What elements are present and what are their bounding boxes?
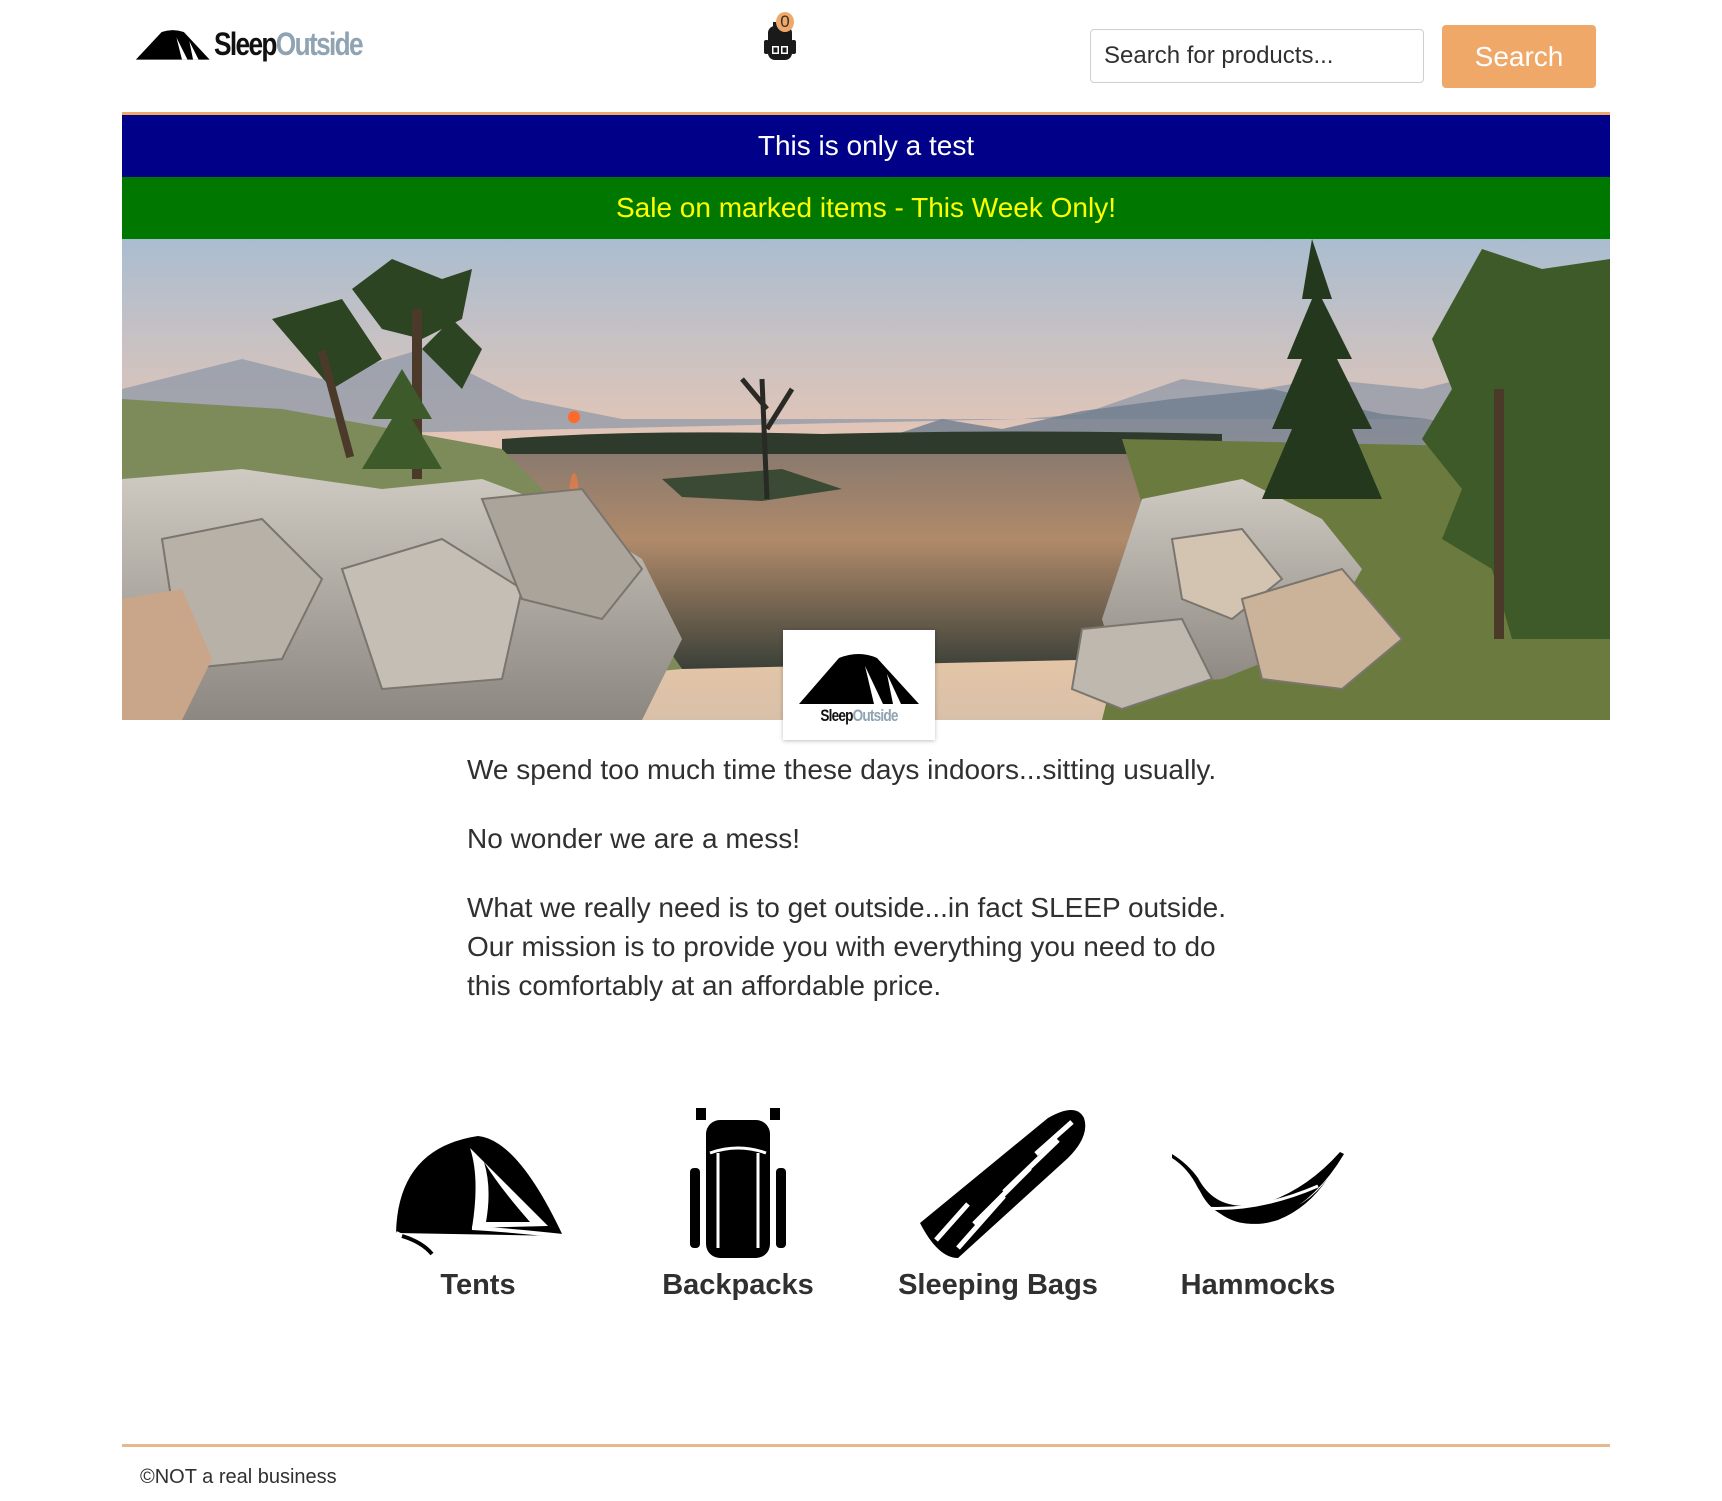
logo-word-sleep: Sleep — [213, 25, 277, 62]
hammock-icon — [1172, 1152, 1344, 1224]
hero-logo-badge: SleepOutside — [783, 630, 935, 740]
category-hammocks[interactable]: Hammocks — [1148, 1108, 1368, 1302]
footer-divider — [122, 1444, 1610, 1447]
product-categories: Tents Backpacks Sleeping Bags Hammocks — [368, 1108, 1368, 1368]
site-header: SleepOutside 0 Search — [0, 0, 1722, 112]
category-label: Hammocks — [1180, 1269, 1336, 1301]
backpack-icon — [690, 1108, 786, 1258]
logo-word-outside: Outside — [275, 25, 363, 62]
search-input[interactable] — [1090, 29, 1424, 83]
cart-link[interactable]: 0 — [760, 12, 800, 62]
category-label: Tents — [440, 1269, 516, 1301]
cart-count-badge: 0 — [776, 12, 794, 32]
tent-logo-icon — [135, 30, 210, 60]
mission-paragraph: What we really need is to get outside...… — [467, 892, 1227, 1001]
mission-statement: We spend too much time these days indoor… — [467, 750, 1257, 1035]
tent-logo-icon — [799, 654, 919, 704]
footer-copyright: ©NOT a real business — [140, 1466, 337, 1488]
hero-logo-word-outside: Outside — [852, 706, 899, 725]
category-label: Sleeping Bags — [898, 1269, 1098, 1301]
site-logo[interactable]: SleepOutside — [134, 22, 394, 66]
mission-paragraph: We spend too much time these days indoor… — [467, 754, 1217, 785]
search-button[interactable]: Search — [1442, 25, 1596, 88]
logo-wordmark: SleepOutside — [213, 25, 364, 63]
hero-logo-word-sleep: Sleep — [820, 706, 853, 725]
tent-icon — [395, 1136, 564, 1258]
sleeping-bag-icon — [920, 1110, 1086, 1258]
hero-logo-wordmark: SleepOutside — [798, 706, 920, 726]
mission-paragraph: No wonder we are a mess! — [467, 823, 801, 854]
alert-banner-test: This is only a test — [122, 115, 1610, 177]
category-backpacks[interactable]: Backpacks — [628, 1108, 848, 1302]
alert-banner-sale: Sale on marked items - This Week Only! — [122, 177, 1610, 239]
category-tents[interactable]: Tents — [368, 1108, 588, 1302]
category-label: Backpacks — [662, 1269, 814, 1301]
category-sleeping-bags[interactable]: Sleeping Bags — [888, 1108, 1108, 1302]
